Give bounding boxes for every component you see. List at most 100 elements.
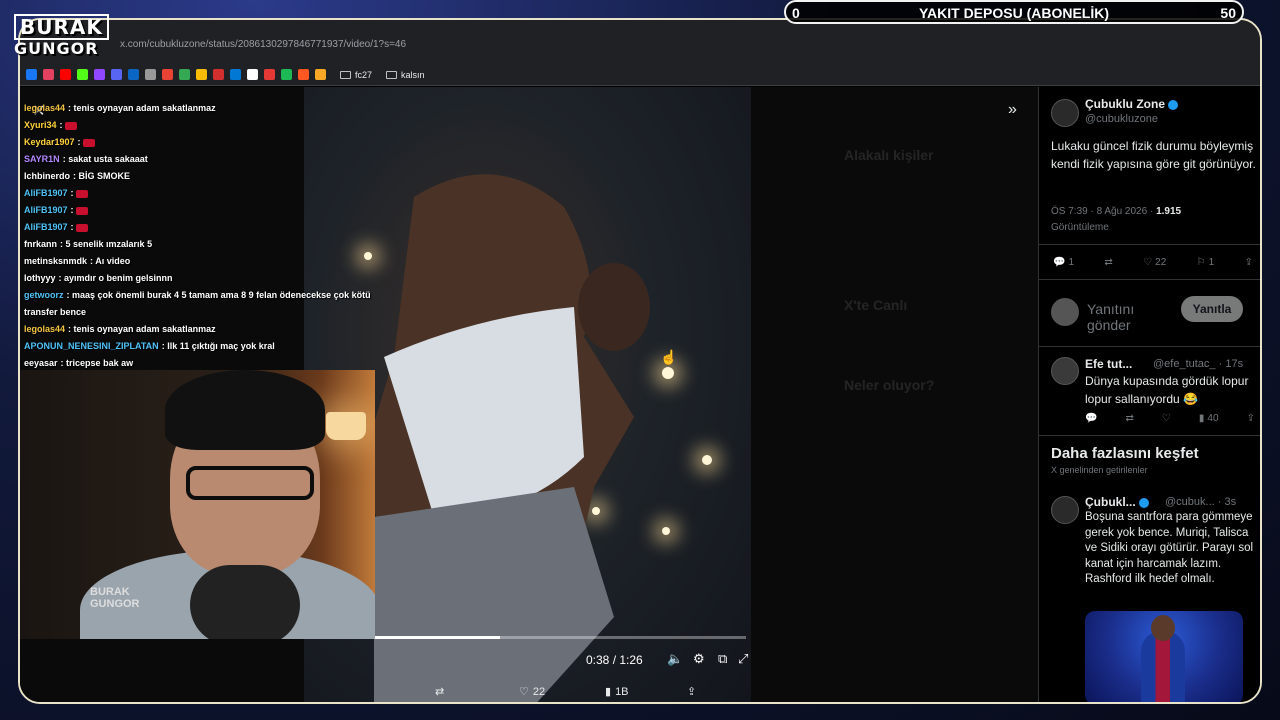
bookmark-icon[interactable] [145, 69, 156, 80]
chat-username[interactable]: Keydar1907 [24, 137, 75, 147]
chat-text: Ilk 11 çıktığı maç yok kral [167, 341, 275, 351]
chat-username[interactable]: APONUN_NENESINI_ZIPLATAN [24, 341, 159, 351]
reply2-author-name[interactable]: Çubukl... [1085, 495, 1149, 509]
linkedin-icon[interactable] [128, 69, 139, 80]
chat-username[interactable]: Xyuri34 [24, 120, 57, 130]
reply-submit-button[interactable]: Yanıtla [1181, 296, 1243, 322]
like-button[interactable]: ♡ 22 [519, 685, 545, 699]
product-icon[interactable] [298, 69, 309, 80]
chat-username[interactable]: lothyyy [24, 273, 56, 283]
chat-text: Aı video [95, 256, 131, 266]
chat-text: tenis oynayan adam sakatlanmaz [73, 103, 216, 113]
youtube-icon[interactable] [60, 69, 71, 80]
bookmark-folder-fc27[interactable]: fc27 [340, 70, 372, 80]
facebook-icon[interactable] [26, 69, 37, 80]
chart-icon[interactable] [264, 69, 275, 80]
video-time: 0:38 / 1:26 [586, 653, 643, 667]
chat-username[interactable]: getwoorz [24, 290, 64, 300]
reply-action[interactable]: 💬 [1085, 413, 1097, 424]
reply1-actions: 💬 ⇄ ♡ ▮ 40 ⇪ [1085, 413, 1255, 424]
reply1-handle[interactable]: @efe_tutac_ · 17s [1153, 358, 1243, 370]
sheets-icon[interactable] [196, 69, 207, 80]
gmail-icon[interactable] [162, 69, 173, 80]
twitch-icon[interactable] [94, 69, 105, 80]
avatar[interactable] [1051, 99, 1079, 127]
stadium-light [702, 455, 712, 465]
tweet-time[interactable]: ÖS 7:39 · 8 Ağu 2026 · [1051, 206, 1153, 217]
reply2-handle[interactable]: @cubuk... · 3s [1165, 496, 1236, 508]
notion-icon[interactable] [247, 69, 258, 80]
address-bar[interactable]: x.com/cubukluzone/status/208613029784677… [20, 20, 1260, 64]
reply1-author-name[interactable]: Efe tut... [1085, 357, 1132, 371]
url-text[interactable]: x.com/cubukluzone/status/208613029784677… [120, 39, 406, 50]
pdf-icon[interactable] [213, 69, 224, 80]
chat-username[interactable]: SAYR1N [24, 154, 60, 164]
chevron-right-double-icon[interactable]: » [1008, 101, 1017, 119]
reply-action[interactable]: 💬 1 [1053, 257, 1074, 268]
tweet-author-name[interactable]: Çubuklu Zone [1085, 97, 1178, 111]
kick-icon[interactable] [77, 69, 88, 80]
chat-message: eeyasar: tricepse bak aw [24, 355, 374, 372]
settings-gear-icon[interactable]: ⚙ [693, 651, 705, 667]
chat-username[interactable]: legolas44 [24, 324, 65, 334]
chat-username[interactable]: AliFB1907 [24, 222, 68, 232]
chat-username[interactable]: fnrkann [24, 239, 57, 249]
bookmark-action[interactable]: ⚐ 1 [1197, 257, 1215, 268]
views-label: Görüntüleme [1051, 222, 1109, 233]
chat-text: BİG SMOKE [78, 171, 131, 181]
folder-icon [340, 70, 351, 79]
reply2-name-text: Çubukl... [1085, 495, 1136, 509]
ideasoft-icon[interactable] [315, 69, 326, 80]
reply1-time: · 17s [1218, 358, 1244, 370]
retweet-action[interactable]: ⇄ [1104, 257, 1112, 268]
chat-username[interactable]: eeyasar [24, 358, 58, 368]
reply-input[interactable]: Yanıtını gönder [1087, 301, 1177, 333]
share-action[interactable]: ⇪ [1245, 257, 1253, 268]
divider [1039, 346, 1260, 347]
ghost-live: X'te Canlı [844, 297, 908, 313]
tweet-actions: 💬 1 ⇄ ♡ 22 ⚐ 1 ⇪ [1053, 257, 1253, 268]
tweet-media-thumbnail[interactable] [1085, 611, 1243, 702]
view-count: 1B [615, 685, 629, 698]
retweet-action[interactable]: ⇄ [1125, 413, 1133, 424]
reply1-text: Dünya kupasında gördük lopur lopur salla… [1085, 374, 1249, 406]
chat-username[interactable]: AliFB1907 [24, 188, 68, 198]
goal-title: YAKIT DEPOSU (ABONELİK) [918, 5, 1110, 21]
chat-message: Keydar1907: [24, 134, 374, 151]
drive-icon[interactable] [179, 69, 190, 80]
spotify-icon[interactable] [281, 69, 292, 80]
chat-username[interactable]: Ichbinerdo [24, 171, 70, 181]
share-button[interactable]: ⇪ [687, 685, 696, 698]
microphone [190, 565, 300, 639]
reply2-text: Boşuna santrfora para gömmeye gerek yok … [1085, 511, 1254, 585]
pip-icon[interactable]: ⧉ [718, 651, 727, 667]
views-button[interactable]: ▮ 1B [605, 685, 629, 699]
chat-username[interactable]: legolas44 [24, 103, 65, 113]
bookmark-folder-kalsin[interactable]: kalsın [386, 70, 425, 80]
chat-text: 5 senelik ımzalarık 5 [65, 239, 153, 249]
translate-icon[interactable] [230, 69, 241, 80]
instagram-icon[interactable] [43, 69, 54, 80]
volume-icon[interactable]: 🔈 [667, 651, 683, 667]
logo-line1: BURAK [14, 14, 109, 40]
avatar[interactable] [1051, 357, 1079, 385]
like-action[interactable]: ♡ [1162, 413, 1171, 424]
avatar[interactable] [1051, 496, 1079, 524]
chat-text: sakat usta sakaaat [68, 154, 148, 164]
video-progress-bar[interactable] [374, 636, 746, 639]
tweet-author-handle[interactable]: @cubukluzone [1085, 113, 1158, 125]
chat-username[interactable]: AliFB1907 [24, 205, 68, 215]
chat-text: maaş çok önemli burak 4 5 tamam ama 8 9 … [72, 290, 371, 300]
webcam-logo-line1: BURAK [90, 586, 130, 598]
fullscreen-icon[interactable]: ⤢ [738, 651, 748, 667]
chat-text: tricepse bak aw [66, 358, 134, 368]
reply2-time: · 3s [1217, 496, 1237, 508]
discord-icon[interactable] [111, 69, 122, 80]
share-icon: ⇪ [1244, 257, 1253, 268]
chat-username[interactable]: metinsksnmdk [24, 256, 87, 266]
views-action[interactable]: ▮ 40 [1199, 413, 1219, 424]
retweet-button[interactable]: ⇄ [435, 685, 444, 698]
like-action[interactable]: ♡ 22 [1143, 257, 1166, 268]
share-action[interactable]: ⇪ [1247, 413, 1255, 424]
chat-message: legolas44: tenis oynayan adam sakatlanma… [24, 100, 374, 117]
